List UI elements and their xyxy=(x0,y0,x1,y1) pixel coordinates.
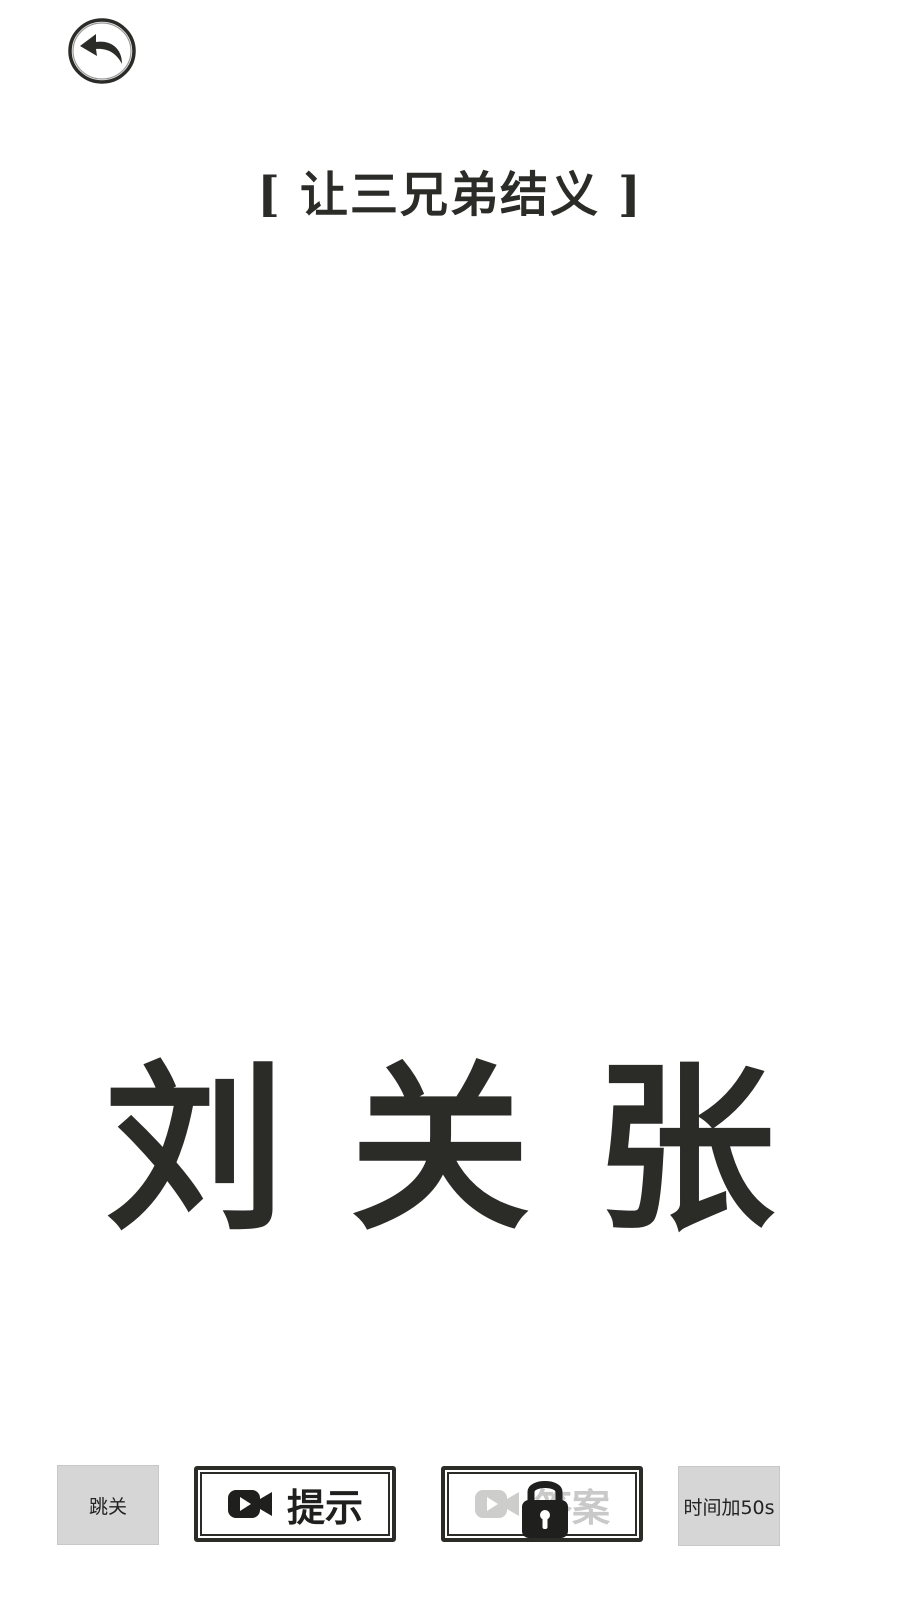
character-liu[interactable]: 刘 xyxy=(95,1050,295,1250)
level-title-text: 让三兄弟结义 xyxy=(299,167,600,223)
add-time-label: 时间加50s xyxy=(683,1496,775,1519)
character-row: 刘 关 张 xyxy=(0,1050,900,1250)
bottom-toolbar: 跳关 提示 答案 时间加50s xyxy=(0,1460,900,1560)
back-arrow-icon xyxy=(68,18,136,84)
hint-button[interactable]: 提示 xyxy=(194,1466,396,1542)
lock-icon xyxy=(522,1481,568,1538)
title-bracket-right: ] xyxy=(618,167,643,223)
add-time-button[interactable]: 时间加50s xyxy=(678,1466,780,1546)
video-camera-icon xyxy=(227,1490,272,1518)
skip-level-label: 跳关 xyxy=(88,1495,127,1518)
answer-button-locked[interactable]: 答案 xyxy=(441,1466,643,1542)
character-zhang[interactable]: 张 xyxy=(585,1050,785,1250)
video-camera-icon xyxy=(474,1490,519,1518)
level-title: [ 让三兄弟结义] xyxy=(0,160,900,230)
skip-level-button[interactable]: 跳关 xyxy=(57,1465,159,1545)
back-button[interactable] xyxy=(66,16,138,86)
title-bracket-left: [ xyxy=(257,167,282,223)
hint-label: 提示 xyxy=(286,1484,363,1530)
character-guan[interactable]: 关 xyxy=(340,1050,540,1250)
